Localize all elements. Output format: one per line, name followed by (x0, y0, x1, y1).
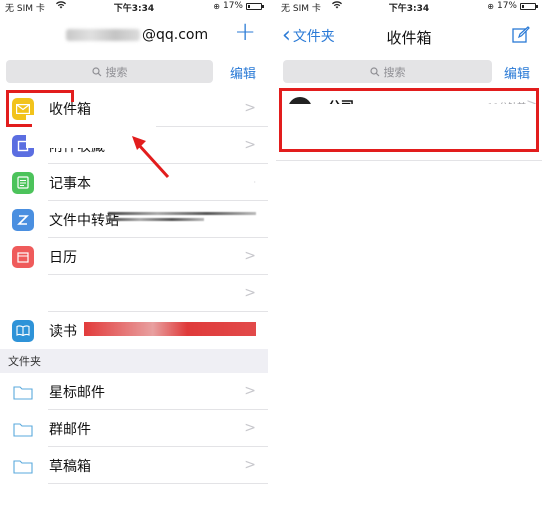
folder-label: 草稿箱 (49, 458, 91, 475)
sidebar-item-calendar[interactable]: 日历 > (0, 238, 268, 275)
nav-bar: @qq.com + (0, 14, 268, 56)
battery-percent: 17% (496, 1, 517, 11)
compose-button[interactable] (512, 26, 530, 48)
folder-item-group[interactable]: 群邮件 > (0, 410, 268, 447)
account-title[interactable]: @qq.com (66, 27, 208, 43)
search-row: 搜索 编辑 (0, 56, 268, 90)
calendar-icon (12, 245, 34, 268)
redaction-line (108, 212, 256, 215)
sidebar-item-label: 记事本 (49, 175, 91, 192)
notepad-icon (12, 171, 34, 194)
search-input[interactable]: 搜索 (283, 60, 492, 83)
book-icon (12, 319, 34, 342)
account-domain: @qq.com (142, 27, 209, 43)
folder-icon (12, 418, 34, 440)
redaction-bar (84, 322, 256, 336)
edit-button[interactable]: 编辑 (504, 63, 530, 82)
status-bar: 无 SIM 卡 下午3:34 ⊕ 17% (0, 0, 268, 14)
edit-button[interactable]: 编辑 (230, 63, 256, 82)
chevron-right-icon: > (244, 457, 256, 473)
chevron-right-icon: > (244, 420, 256, 436)
mailbox-list-screen: 无 SIM 卡 下午3:34 ⊕ 17% @qq.com + 搜索 编辑 收件箱… (0, 0, 268, 506)
battery-indicator: ⊕ 17% (487, 1, 538, 11)
search-input[interactable]: 搜索 (6, 60, 213, 83)
rotation-lock-icon: ⊕ (213, 1, 220, 11)
search-icon (369, 66, 379, 76)
status-bar: 无 SIM 卡 下午3:34 ⊕ 17% (276, 0, 542, 14)
folder-item-starred[interactable]: 星标邮件 > (0, 373, 268, 410)
folder-label: 星标邮件 (49, 384, 105, 401)
chevron-right-icon: > (244, 285, 256, 301)
rotation-lock-icon: ⊕ (487, 1, 494, 11)
battery-icon (246, 2, 264, 10)
annotation-arrow-icon (132, 136, 170, 179)
battery-percent: 17% (222, 1, 243, 11)
folder-item-drafts[interactable]: 草稿箱 > (0, 447, 268, 484)
page-title: 收件箱 (386, 29, 432, 47)
battery-indicator: ⊕ 17% (213, 1, 264, 11)
search-row: 搜索 编辑 (276, 56, 542, 90)
folder-icon (12, 455, 34, 477)
highlight-box-inbox (6, 90, 32, 127)
add-account-button[interactable]: + (234, 19, 256, 45)
chevron-right-icon: · (253, 178, 256, 187)
chevron-right-icon: > (244, 137, 256, 153)
redacted-account-name (66, 29, 140, 41)
highlight-box-mail (279, 88, 539, 152)
chevron-right-icon: > (244, 100, 256, 116)
search-placeholder: 搜索 (105, 65, 128, 79)
folder-icon (12, 381, 34, 403)
inbox-screen: 无 SIM 卡 下午3:34 ⊕ 17% ‹ 文件夹 收件箱 搜索 编辑 公司 … (276, 0, 542, 506)
battery-icon (520, 2, 538, 10)
sidebar-item-hidden[interactable]: > (0, 275, 268, 312)
chevron-right-icon: > (244, 383, 256, 399)
compose-icon (512, 26, 530, 43)
search-icon (91, 66, 101, 76)
search-placeholder: 搜索 (383, 65, 406, 79)
folder-label: 群邮件 (49, 421, 91, 438)
file-transfer-icon (12, 208, 34, 231)
sidebar-item-label: 日历 (49, 249, 77, 266)
sidebar-item-label: 读书 (49, 323, 77, 340)
folder-section-header: 文件夹 (0, 349, 268, 373)
nav-bar: ‹ 文件夹 收件箱 (276, 14, 542, 56)
chevron-right-icon: > (244, 248, 256, 264)
